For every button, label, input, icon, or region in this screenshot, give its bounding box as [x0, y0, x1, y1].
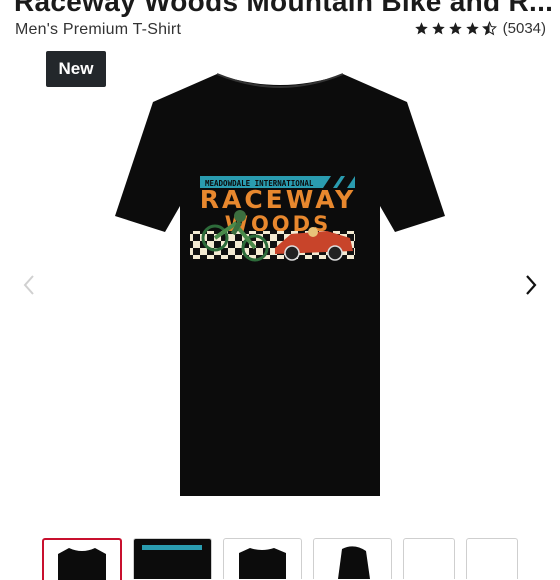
chevron-left-icon — [23, 275, 34, 295]
graphic-line-1: RACEWAY — [200, 185, 357, 214]
next-image-button[interactable] — [516, 268, 546, 302]
thumbnail-strip — [42, 538, 518, 580]
product-image[interactable]: MEADOWDALE INTERNATIONAL RACEWAY WOODS — [95, 66, 465, 506]
product-title: Raceway Woods Mountain Bike and R... — [14, 0, 554, 17]
thumbnail-design[interactable] — [133, 538, 212, 579]
star-icon — [431, 22, 445, 35]
product-subtitle: Men's Premium T-Shirt — [15, 21, 182, 38]
star-icon — [414, 22, 428, 35]
chevron-right-icon — [526, 275, 537, 295]
previous-image-button[interactable] — [14, 268, 44, 302]
thumbnail-back[interactable] — [223, 538, 302, 579]
rating-count: (5034) — [502, 20, 546, 37]
star-icon — [465, 22, 479, 35]
thumbnail-more-1[interactable] — [403, 538, 455, 579]
star-icon — [448, 22, 462, 35]
thumbnail-side[interactable] — [313, 538, 392, 579]
tshirt-shape — [115, 74, 445, 496]
rating[interactable]: (5034) — [414, 20, 546, 37]
thumbnail-more-2[interactable] — [466, 538, 518, 579]
star-half-icon — [481, 21, 497, 36]
thumbnail-front[interactable] — [42, 538, 122, 580]
